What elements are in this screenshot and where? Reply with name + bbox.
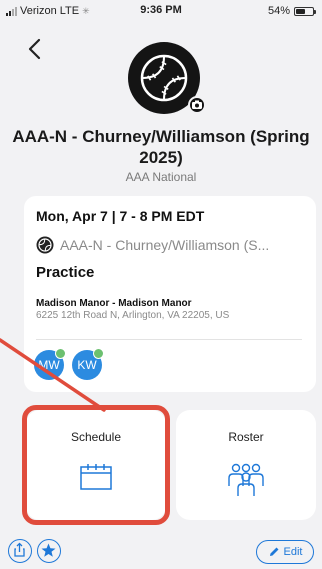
schedule-label: Schedule [70,430,122,444]
event-card[interactable]: Mon, Apr 7 | 7 - 8 PM EDT AAA-N - Churne… [24,196,316,392]
battery-icon [294,6,316,16]
team-members-icon [228,463,264,496]
avatar[interactable]: MW [34,348,66,380]
event-address: 6225 12th Road N, Arlington, VA 22205, U… [36,310,230,321]
edit-label: Edit [283,546,303,558]
share-button[interactable] [8,539,32,563]
status-bar: Verizon LTE ✳ 9:36 PM 54% [0,0,322,22]
avatar-initials: MW [38,358,60,372]
team-name: AAA-N - Churney/Williamson (Spring 2025) [12,127,310,167]
event-team-name: AAA-N - Churney/Williamson (S... [60,237,270,253]
check-icon [55,348,66,359]
team-division: AAA National [125,170,197,184]
event-team-row: AAA-N - Churney/Williamson (S... [36,236,308,254]
calendar-icon [80,464,112,490]
edit-button[interactable]: Edit [256,540,314,564]
status-right: 54% [267,5,316,17]
event-venue: Madison Manor - Madison Manor [36,298,192,309]
star-icon [41,543,56,557]
camera-icon [192,100,202,109]
divider [36,339,302,340]
favorite-button[interactable] [37,539,61,563]
battery-percent: 54% [267,5,290,17]
event-type: Practice [36,264,95,281]
avatar-initials: KW [77,358,97,372]
team-ball-icon [36,236,54,254]
avatar[interactable]: KW [72,348,104,380]
bottom-toolbar: Edit [0,536,322,569]
roster-label: Roster [228,430,264,444]
back-button[interactable] [26,38,44,60]
roster-tile[interactable]: Roster [176,410,316,520]
camera-button[interactable] [188,96,206,114]
event-datetime: Mon, Apr 7 | 7 - 8 PM EDT [36,208,205,224]
pencil-icon [269,547,279,556]
battery-fill [296,8,305,14]
share-icon [14,542,25,557]
check-icon [93,348,104,359]
schedule-tile[interactable]: Schedule [26,410,166,520]
